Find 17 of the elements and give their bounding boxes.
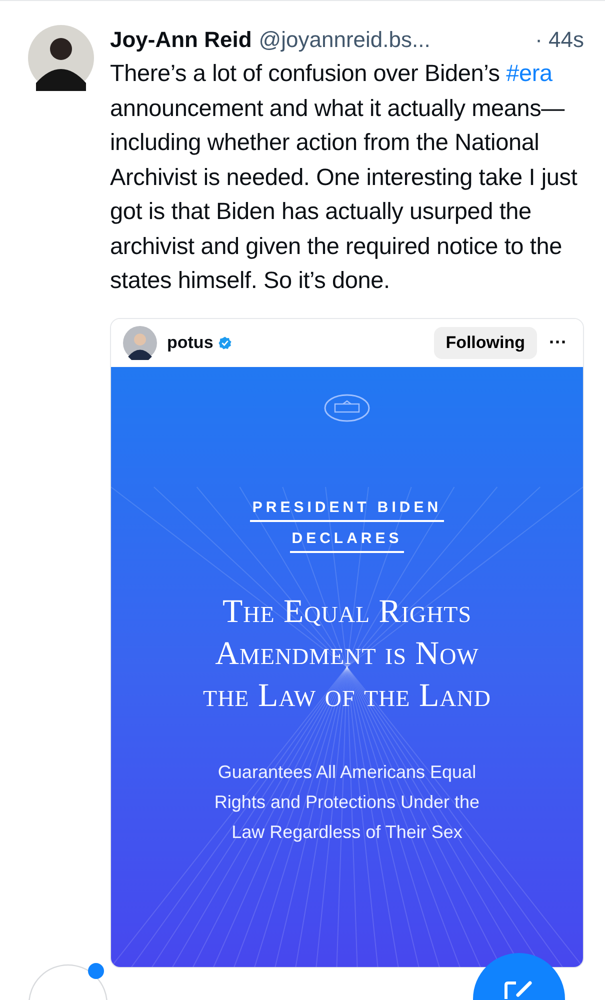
embedded-post[interactable]: potus Following ··· PRESIDENT BIDEN DECLARES The Equal Rights Amendment is Now the Law of the Land Guarantees All Americans Equal Rights and Protections Under the Law Regardless of Their Sex — [110, 318, 584, 968]
more-button[interactable]: ··· — [545, 328, 571, 357]
compose-icon — [504, 979, 534, 999]
following-button[interactable]: Following — [434, 326, 538, 358]
building-emblem-icon — [323, 392, 371, 422]
kicker-text: DECLARES — [290, 530, 404, 552]
account-name[interactable]: potus — [167, 332, 214, 352]
avatar — [123, 326, 157, 360]
post-text: There’s a lot of confusion over Biden’s #era announcement and what it actually means—including whether action from the National Archivist is needed. One interesting take I just got is that Biden has actually usurped the archivist and given the required notice to the states himself. So it’s done. — [110, 59, 578, 295]
avatar[interactable] — [28, 25, 94, 91]
headline: The Equal Rights Amendment is Now the Law of the Land — [203, 592, 491, 716]
kicker-text: PRESIDENT BIDEN — [250, 498, 444, 522]
author-name[interactable]: Joy-Ann Reid — [110, 27, 252, 53]
author-handle[interactable]: @joyannreid.bs... — [258, 27, 430, 53]
subtitle: Guarantees All Americans Equal Rights and Protections Under the Law Regardless of Their Sex — [214, 760, 480, 844]
hashtag-link[interactable]: #era — [506, 60, 552, 86]
post-time: · 44s — [535, 27, 584, 53]
